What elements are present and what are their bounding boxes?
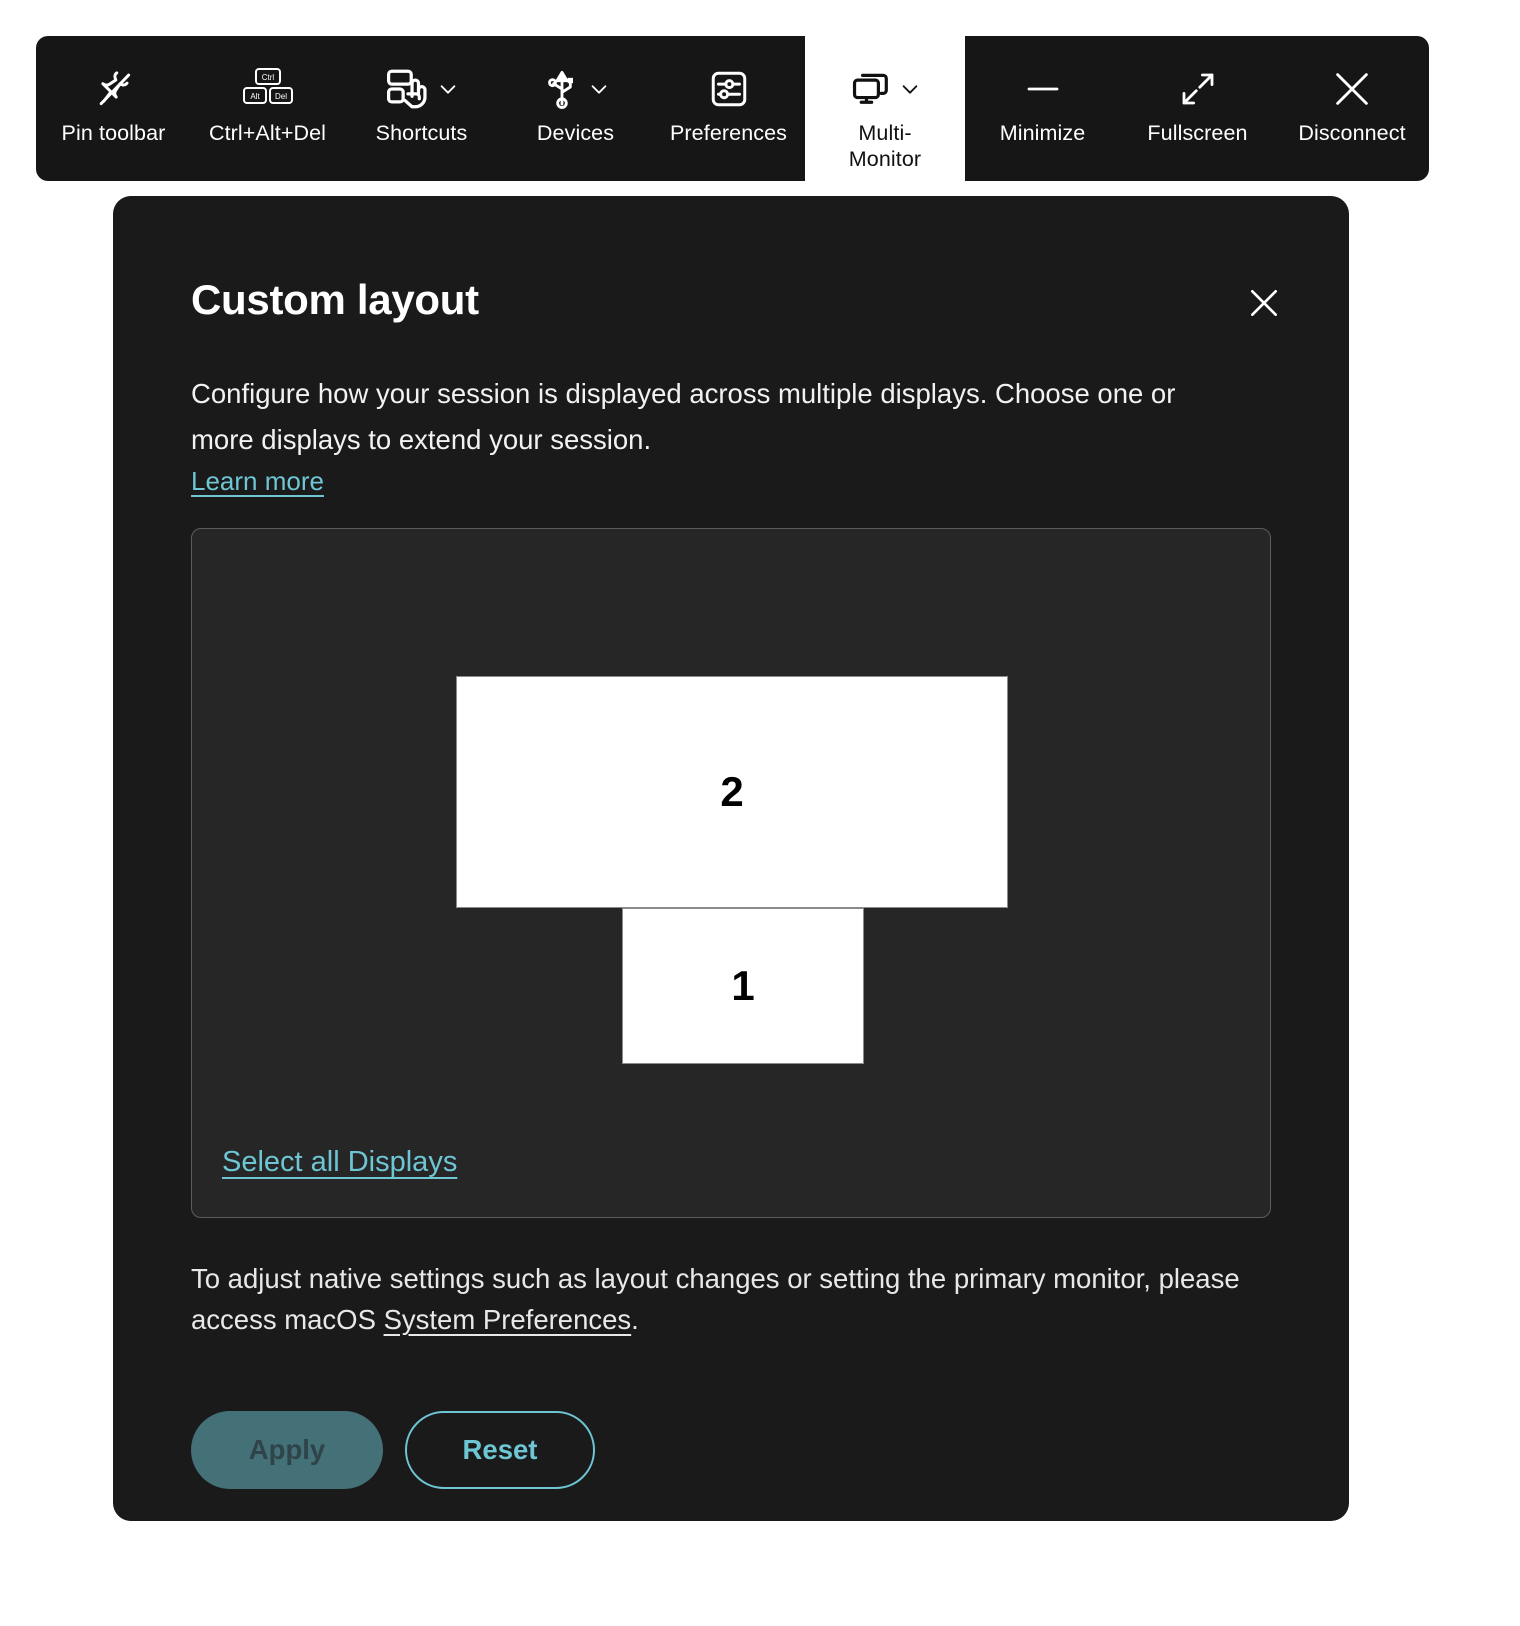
dialog-header: Custom layout <box>191 274 1277 334</box>
footer-note: To adjust native settings such as layout… <box>191 1258 1261 1340</box>
multi-monitor-icon <box>849 68 893 110</box>
display-tile-1[interactable]: 1 <box>622 908 864 1064</box>
toolbar-item-label: Preferences <box>669 121 788 145</box>
keyboard-hand-icon <box>385 68 431 110</box>
chevron-down-icon[interactable] <box>899 78 921 100</box>
toolbar-item-label: Minimize <box>999 121 1086 145</box>
toolbar-item-label: Multi- Monitor <box>848 121 922 171</box>
toolbar-item-shortcuts[interactable]: Shortcuts <box>344 36 499 181</box>
reset-button[interactable]: Reset <box>405 1411 595 1489</box>
usb-icon <box>542 67 582 111</box>
system-preferences-link[interactable]: System Preferences <box>384 1304 632 1335</box>
toolbar-item-devices[interactable]: Devices <box>499 36 652 181</box>
footer-note-suffix: . <box>631 1304 639 1335</box>
close-icon <box>1251 290 1277 316</box>
display-layout-panel: 2 1 Select all Displays <box>191 528 1271 1218</box>
toolbar-item-pin-toolbar[interactable]: Pin toolbar <box>36 36 191 181</box>
session-toolbar: Pin toolbar Ctrl Alt Del Ctrl+Alt+Del Sh… <box>36 36 1429 181</box>
sliders-icon <box>708 60 750 118</box>
minimize-icon <box>1022 60 1064 118</box>
toolbar-item-label: Pin toolbar <box>61 121 166 145</box>
toolbar-item-label: Shortcuts <box>375 121 468 145</box>
toolbar-item-disconnect[interactable]: Disconnect <box>1275 36 1429 181</box>
toolbar-item-label: Disconnect <box>1298 121 1406 145</box>
ctrl-alt-del-icon: Ctrl Alt Del <box>242 60 294 118</box>
toolbar-item-label: Devices <box>536 121 615 145</box>
apply-button[interactable]: Apply <box>191 1411 383 1489</box>
display-tile-2[interactable]: 2 <box>456 676 1008 908</box>
fullscreen-icon <box>1177 60 1219 118</box>
select-all-displays-link[interactable]: Select all Displays <box>222 1143 457 1181</box>
dialog-actions: Apply Reset <box>191 1411 595 1489</box>
footer-note-prefix: To adjust native settings such as layout… <box>191 1263 1240 1335</box>
custom-layout-dialog: Custom layout Configure how your session… <box>113 196 1349 1521</box>
svg-text:Alt: Alt <box>250 92 260 101</box>
learn-more-link[interactable]: Learn more <box>191 464 324 498</box>
pin-off-icon <box>92 60 136 118</box>
toolbar-item-label: Ctrl+Alt+Del <box>208 121 327 145</box>
toolbar-item-multi-monitor[interactable]: Multi- Monitor <box>805 36 965 181</box>
chevron-down-icon[interactable] <box>437 78 459 100</box>
toolbar-item-label: Fullscreen <box>1147 121 1248 145</box>
toolbar-item-minimize[interactable]: Minimize <box>965 36 1120 181</box>
chevron-down-icon[interactable] <box>588 78 610 100</box>
close-x-icon <box>1329 60 1375 118</box>
page-title: Custom layout <box>191 276 479 323</box>
dialog-description: Configure how your session is displayed … <box>191 378 1176 455</box>
toolbar-item-preferences[interactable]: Preferences <box>652 36 805 181</box>
toolbar-item-ctrl-alt-del[interactable]: Ctrl Alt Del Ctrl+Alt+Del <box>191 36 344 181</box>
monitor-canvas: 2 1 <box>192 529 1270 1217</box>
close-dialog-button[interactable] <box>1237 276 1291 330</box>
toolbar-item-fullscreen[interactable]: Fullscreen <box>1120 36 1275 181</box>
svg-text:Ctrl: Ctrl <box>261 73 274 82</box>
svg-text:Del: Del <box>274 92 286 101</box>
